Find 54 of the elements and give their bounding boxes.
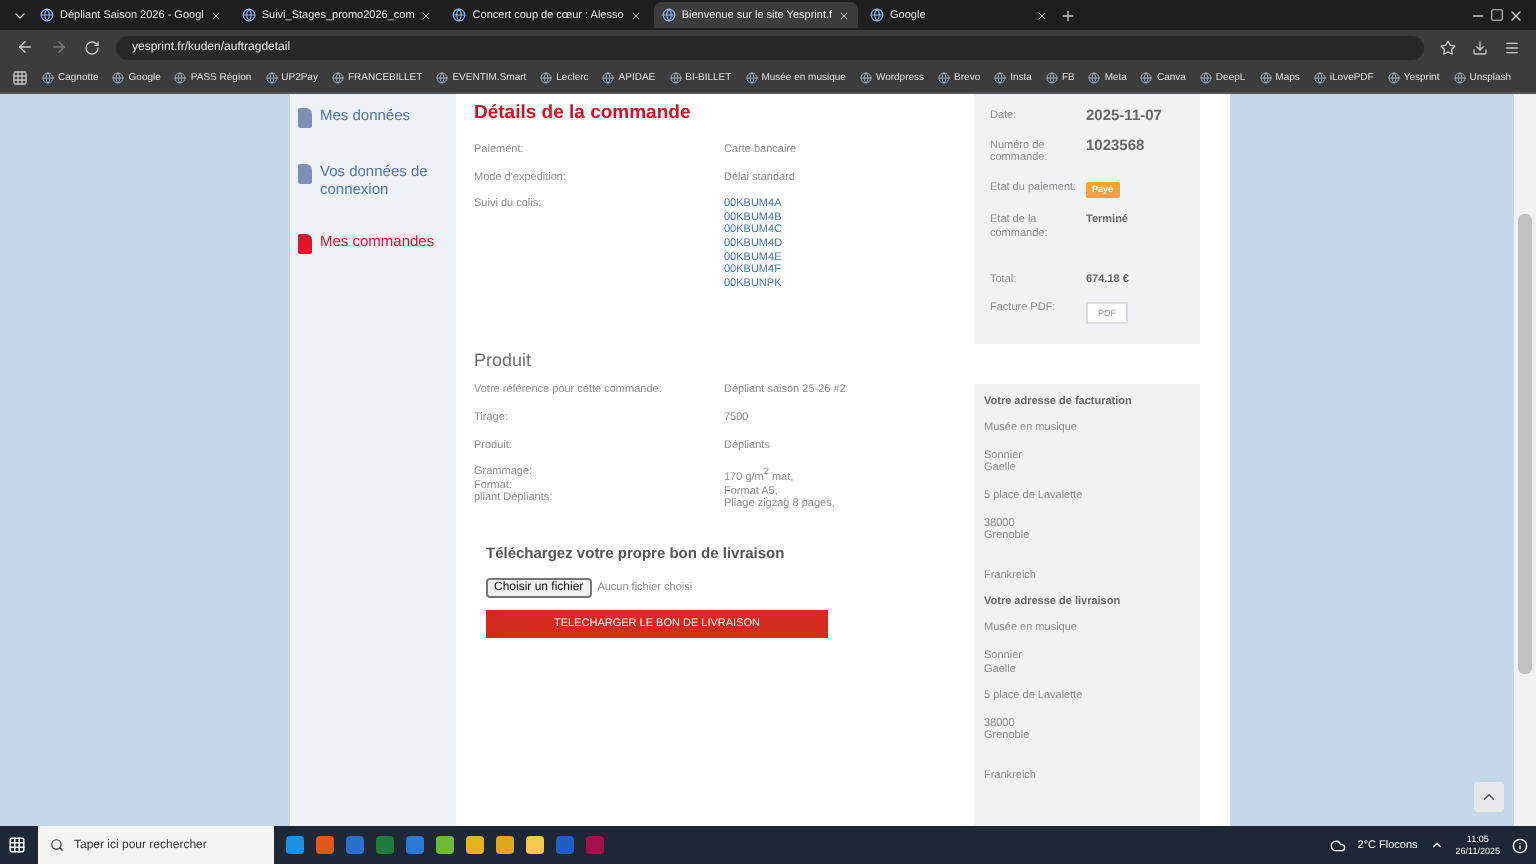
globe-icon bbox=[1045, 72, 1058, 84]
document-icon bbox=[298, 164, 312, 184]
close-icon[interactable] bbox=[838, 9, 851, 21]
new-tab-icon[interactable] bbox=[1060, 7, 1077, 23]
order-title: Détails de la commande bbox=[474, 102, 693, 124]
close-icon[interactable] bbox=[1508, 7, 1524, 23]
globe-icon bbox=[661, 8, 676, 22]
document-icon bbox=[298, 234, 312, 254]
globe-icon bbox=[42, 72, 54, 84]
globe-icon bbox=[994, 72, 1007, 84]
globe-icon bbox=[1387, 72, 1400, 84]
maximize-icon[interactable] bbox=[1490, 8, 1504, 22]
cloud-icon bbox=[1329, 837, 1346, 853]
globe-icon bbox=[1259, 72, 1272, 84]
globe-icon bbox=[870, 8, 885, 22]
globe-icon bbox=[1313, 72, 1326, 84]
section-title: Produit bbox=[474, 350, 534, 371]
globe-icon bbox=[1140, 72, 1153, 84]
apps-icon[interactable] bbox=[12, 70, 28, 86]
scroll-top-button[interactable] bbox=[1474, 782, 1504, 812]
globe-icon bbox=[745, 72, 758, 84]
document-icon bbox=[298, 108, 312, 128]
download-icon[interactable] bbox=[1472, 39, 1488, 55]
notification-icon[interactable] bbox=[1512, 837, 1528, 853]
globe-icon bbox=[265, 72, 278, 84]
globe-icon bbox=[436, 72, 449, 84]
globe-icon bbox=[859, 72, 872, 84]
globe-icon bbox=[331, 72, 344, 84]
close-icon[interactable] bbox=[629, 9, 642, 21]
caret-icon bbox=[1480, 788, 1498, 806]
back-icon[interactable] bbox=[16, 38, 34, 56]
globe-icon bbox=[112, 72, 125, 84]
star-icon[interactable] bbox=[1440, 39, 1456, 55]
forward-icon[interactable] bbox=[50, 38, 68, 56]
windows-icon[interactable] bbox=[8, 836, 26, 854]
globe-icon bbox=[938, 72, 951, 84]
close-icon[interactable] bbox=[420, 9, 433, 21]
globe-icon bbox=[241, 8, 256, 22]
globe-icon bbox=[40, 8, 54, 22]
search-icon bbox=[50, 838, 64, 852]
close-icon[interactable] bbox=[209, 9, 222, 21]
reload-icon[interactable] bbox=[84, 39, 100, 55]
globe-icon bbox=[1199, 72, 1212, 84]
globe-icon bbox=[1088, 72, 1101, 84]
globe-icon bbox=[174, 72, 187, 84]
globe-icon bbox=[452, 8, 467, 22]
close-icon[interactable] bbox=[1036, 9, 1049, 21]
menu-icon[interactable] bbox=[1504, 39, 1520, 55]
scrollbar[interactable] bbox=[1514, 94, 1536, 826]
tray-icon[interactable] bbox=[1429, 838, 1444, 852]
globe-icon bbox=[602, 72, 615, 84]
globe-icon bbox=[1453, 72, 1466, 84]
globe-icon bbox=[669, 72, 682, 84]
globe-icon bbox=[540, 72, 553, 84]
